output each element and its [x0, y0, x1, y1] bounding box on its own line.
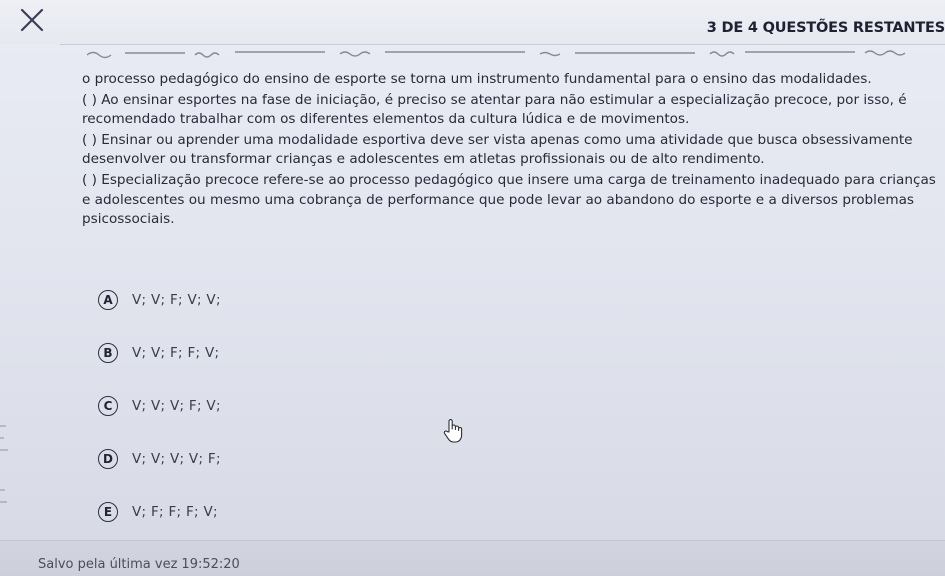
close-button[interactable]: [14, 6, 48, 36]
option-e[interactable]: E V; F; F; F; V;: [98, 500, 218, 524]
last-saved-status: Salvo pela última vez 19:52:20: [38, 557, 240, 572]
option-c[interactable]: C V; V; V; F; V;: [98, 394, 221, 418]
last-saved-label: Salvo pela última vez: [38, 557, 178, 572]
option-b[interactable]: B V; V; F; F; V;: [98, 341, 219, 365]
close-x-icon: [20, 8, 44, 32]
hand-pointer-icon: [443, 419, 463, 443]
header-divider: [60, 44, 945, 45]
option-letter-c: C: [98, 396, 118, 416]
option-text-a: V; V; F; V; V;: [132, 292, 221, 308]
option-text-d: V; V; V; V; F;: [132, 451, 221, 467]
top-bar: 3 DE 4 QUESTÕES RESTANTES: [0, 0, 945, 44]
statement-1: ( ) Ao ensinar esportes na fase de inici…: [82, 91, 907, 128]
last-saved-time: 19:52:20: [181, 557, 240, 572]
question-paragraph: o processo pedagógico do ensino de espor…: [82, 71, 872, 87]
question-text: o processo pedagógico do ensino de espor…: [82, 70, 937, 231]
option-d[interactable]: D V; V; V; V; F;: [98, 447, 221, 471]
option-text-b: V; V; F; F; V;: [132, 345, 220, 361]
option-letter-e: E: [98, 502, 118, 522]
option-letter-a: A: [98, 290, 118, 310]
statement-3: ( ) Especialização precoce refere-se ao …: [82, 171, 936, 228]
option-a[interactable]: A V; V; F; V; V;: [98, 288, 221, 312]
option-letter-b: B: [98, 343, 118, 363]
edge-decoration: [0, 425, 8, 503]
partially-hidden-text-line: [85, 46, 935, 60]
questions-remaining-counter: 3 DE 4 QUESTÕES RESTANTES: [706, 20, 945, 36]
option-letter-d: D: [98, 449, 118, 469]
statement-2: ( ) Ensinar ou aprender uma modalidade e…: [82, 131, 913, 168]
footer-divider: [0, 540, 945, 541]
footer-bar: Salvo pela última vez 19:52:20: [0, 540, 945, 576]
option-text-e: V; F; F; F; V;: [132, 504, 218, 520]
option-text-c: V; V; V; F; V;: [132, 398, 221, 414]
